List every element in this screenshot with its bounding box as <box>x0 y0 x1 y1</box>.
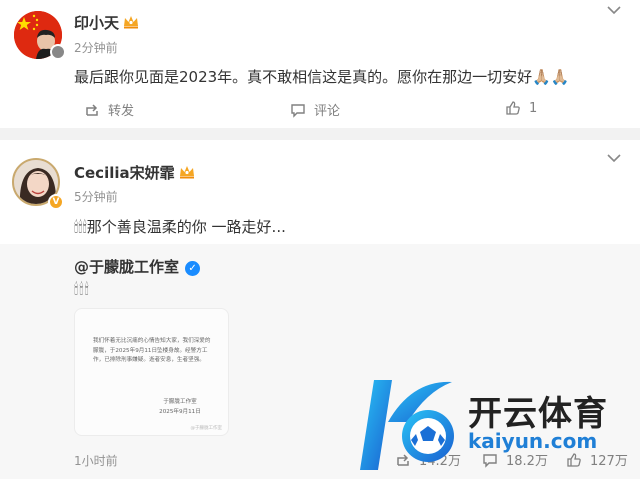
user-badge <box>50 44 66 60</box>
post-card-1: 印小天 2分钟前 最后跟你见面是2023年。真不敢相信这是真的。愿你在那边一切安… <box>0 0 640 128</box>
original-author-text[interactable]: @于朦胧工作室 <box>74 258 179 276</box>
username[interactable]: 印小天 <box>74 12 139 33</box>
comment-label: 评论 <box>314 104 341 119</box>
verified-v-badge: V <box>48 194 64 210</box>
post-time: 5分钟前 <box>74 190 118 204</box>
like-button[interactable]: 1 <box>505 100 537 116</box>
post-text: 最后跟你见面是2023年。真不敢相信这是真的。愿你在那边一切安好🙏🏼🙏🏼 <box>74 68 570 86</box>
post-text: 🕯🕯🕯那个善良温柔的你 一路走好... <box>74 218 286 236</box>
original-author[interactable]: @于朦胧工作室 ✓ <box>74 256 201 277</box>
chevron-down-icon[interactable] <box>607 4 621 19</box>
notice-image[interactable]: 我们怀着无比沉痛的心情告知大家，我们深爱的朦胧，于2025年9月11日坠楼身故。… <box>74 308 229 436</box>
repost-text: 🕯🕯🕯 <box>74 280 90 298</box>
notice-signer: 于朦胧工作室 <box>163 399 197 405</box>
username-text[interactable]: Cecilia宋妍霏 <box>74 164 175 182</box>
username[interactable]: Cecilia宋妍霏 <box>74 162 195 183</box>
repost-button[interactable]: 转发 <box>84 100 134 119</box>
comment-button[interactable]: 评论 <box>290 100 340 119</box>
notice-date: 2025年9月11日 <box>159 409 201 415</box>
like-count: 1 <box>529 100 538 116</box>
crown-icon <box>179 165 195 179</box>
chevron-down-icon[interactable] <box>607 152 621 167</box>
repost-icon <box>86 103 98 116</box>
action-bar: 转发 评论 1 <box>0 100 640 120</box>
soccer-ball-logo-icon <box>360 380 454 470</box>
comment-icon <box>291 103 305 118</box>
notice-watermark: @于朦胧工作室 <box>190 426 223 431</box>
repost-label: 转发 <box>108 104 135 119</box>
post-time: 2分钟前 <box>74 41 118 55</box>
username-text[interactable]: 印小天 <box>74 14 119 32</box>
thumbs-up-icon <box>506 101 520 115</box>
card-separator <box>0 128 640 140</box>
crown-icon <box>123 15 139 29</box>
watermark-brand-en: kaiyun.com <box>468 429 598 453</box>
verified-check-icon: ✓ <box>185 261 201 276</box>
watermark-brand-cn: 开云体育 <box>468 394 608 434</box>
notice-body: 我们怀着无比沉痛的心情告知大家，我们深爱的朦胧，于2025年9月11日坠楼身故。… <box>93 338 211 363</box>
